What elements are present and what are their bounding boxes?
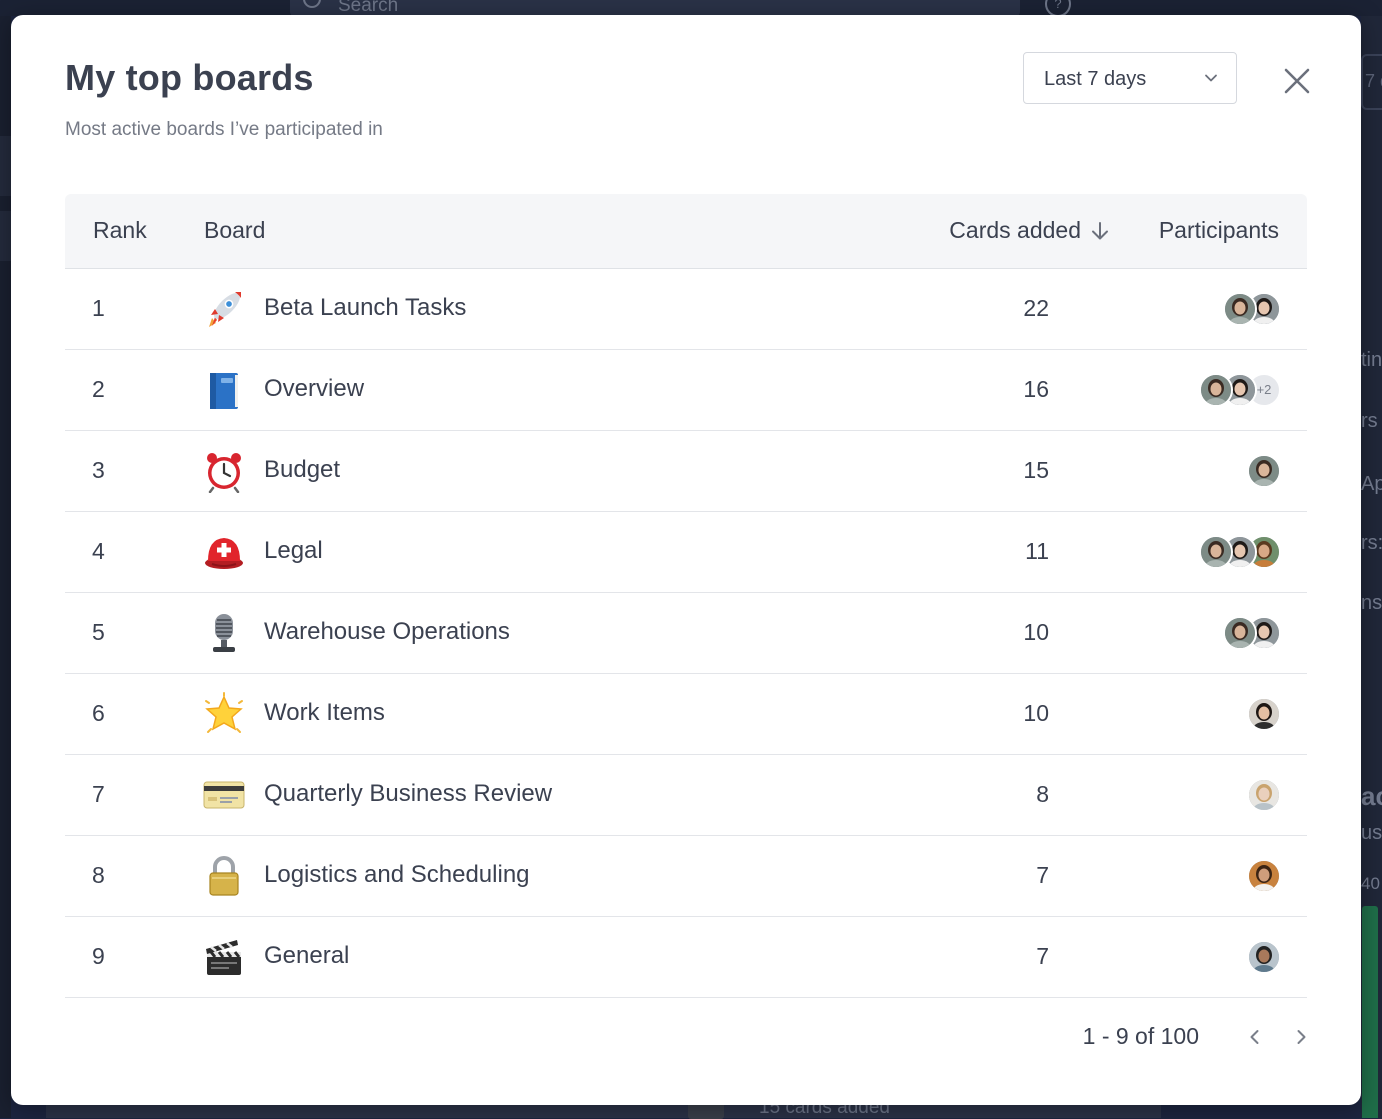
avatar[interactable] <box>1247 778 1281 812</box>
participants-avatars <box>1247 697 1281 731</box>
row-board-name[interactable]: Quarterly Business Review <box>264 780 552 808</box>
row-rank: 4 <box>92 538 105 564</box>
avatar[interactable] <box>1223 292 1257 326</box>
chevron-left-icon[interactable] <box>1243 1025 1267 1049</box>
top-boards-modal: My top boards Most active boards I’ve pa… <box>11 15 1361 1105</box>
row-rank: 7 <box>92 781 105 807</box>
microphone-icon <box>202 611 246 655</box>
row-cards-added: 22 <box>1023 295 1049 321</box>
table-row[interactable]: 1 Beta Launch Tasks 22 <box>65 269 1307 350</box>
table-row[interactable]: 4 Legal 11 <box>65 512 1307 593</box>
participants-avatars: +2 <box>1199 373 1281 407</box>
row-cards-added: 11 <box>1025 538 1049 564</box>
date-range-select[interactable]: Last 7 days <box>1023 52 1237 104</box>
row-cards-added: 10 <box>1023 700 1049 726</box>
participants-avatars <box>1223 616 1281 650</box>
glowing-star-icon <box>202 692 246 736</box>
pagination: 1 - 9 of 100 <box>1083 1023 1313 1050</box>
modal-subtitle: Most active boards I’ve participated in <box>65 119 383 140</box>
column-header-cards-added[interactable]: Cards added <box>949 217 1111 244</box>
alarm-clock-icon <box>202 449 246 494</box>
rocket-icon <box>202 287 246 331</box>
column-header-cards-label: Cards added <box>949 217 1081 243</box>
background-snippet: 40 <box>1361 874 1380 893</box>
table-row[interactable]: 7 Quarterly Business Review 8 <box>65 755 1307 836</box>
participants-avatars <box>1247 859 1281 893</box>
top-boards-table: Rank Board Cards added Participants 1 Bet… <box>65 194 1307 998</box>
table-row[interactable]: 3 Budget 15 <box>65 431 1307 512</box>
sort-arrow-down-icon <box>1092 221 1108 239</box>
row-rank: 2 <box>92 376 105 402</box>
row-rank: 8 <box>92 862 105 888</box>
table-row[interactable]: 6 Work Items 10 <box>65 674 1307 755</box>
avatar[interactable] <box>1223 616 1257 650</box>
row-cards-added: 7 <box>1036 943 1049 969</box>
row-cards-added: 7 <box>1036 862 1049 888</box>
participants-avatars <box>1199 535 1281 569</box>
clapper-board-icon <box>202 935 246 979</box>
row-cards-added: 15 <box>1023 457 1049 483</box>
background-right-panel: 7 d tin rs App rs: ns ac us 40 <box>1361 16 1382 1118</box>
credit-card-icon <box>202 773 246 817</box>
background-snippet: rs: <box>1361 532 1382 554</box>
avatar[interactable] <box>1247 697 1281 731</box>
blue-book-icon <box>202 368 246 412</box>
row-board-name[interactable]: General <box>264 942 349 970</box>
table-header: Rank Board Cards added Participants <box>65 194 1307 269</box>
row-rank: 9 <box>92 943 105 969</box>
row-board-name[interactable]: Logistics and Scheduling <box>264 861 530 889</box>
rescue-helmet-icon <box>202 530 246 574</box>
row-board-name[interactable]: Beta Launch Tasks <box>264 294 466 322</box>
row-rank: 6 <box>92 700 105 726</box>
avatar[interactable] <box>1247 940 1281 974</box>
background-range-pill: 7 d <box>1361 54 1382 110</box>
date-range-value: Last 7 days <box>1044 68 1147 90</box>
background-progress-bar <box>1362 906 1378 1118</box>
padlock-icon <box>202 854 246 898</box>
row-rank: 5 <box>92 619 105 645</box>
chevron-down-icon <box>1205 74 1217 82</box>
participants-avatars <box>1223 292 1281 326</box>
chevron-right-icon[interactable] <box>1289 1025 1313 1049</box>
table-row[interactable]: 9 General 7 <box>65 917 1307 998</box>
pagination-range: 1 - 9 of 100 <box>1082 1023 1199 1049</box>
background-snippet: ac <box>1361 781 1382 811</box>
background-bottom-strip: 15 cards added <box>46 1097 1161 1119</box>
row-cards-added: 16 <box>1023 376 1049 402</box>
column-header-board: Board <box>204 217 266 243</box>
table-row[interactable]: 5 Warehouse Operations 10 <box>65 593 1307 674</box>
participants-avatars <box>1247 940 1281 974</box>
background-snippet: ns <box>1361 592 1382 614</box>
background-snippet: tin <box>1361 349 1382 371</box>
table-row[interactable]: 8 Logistics and Scheduling 7 <box>65 836 1307 917</box>
row-cards-added: 8 <box>1036 781 1049 807</box>
row-board-name[interactable]: Legal <box>264 537 323 565</box>
background-snippet: rs <box>1361 410 1378 432</box>
avatar[interactable] <box>1199 535 1233 569</box>
avatar[interactable] <box>1247 454 1281 488</box>
modal-title: My top boards <box>65 57 314 98</box>
row-board-name[interactable]: Work Items <box>264 699 385 727</box>
column-header-participants: Participants <box>1158 217 1279 243</box>
background-snippet: App <box>1361 473 1382 495</box>
row-cards-added: 10 <box>1023 619 1049 645</box>
avatar[interactable] <box>1199 373 1233 407</box>
column-header-rank: Rank <box>93 217 147 243</box>
row-rank: 1 <box>92 295 105 321</box>
table-row[interactable]: 2 Overview 16 +2 <box>65 350 1307 431</box>
background-search-bar <box>290 0 1020 16</box>
row-rank: 3 <box>92 457 105 483</box>
participants-avatars <box>1247 778 1281 812</box>
participants-avatars <box>1247 454 1281 488</box>
close-icon[interactable] <box>1281 65 1313 97</box>
avatar[interactable] <box>1247 859 1281 893</box>
row-board-name[interactable]: Budget <box>264 456 340 484</box>
background-snippet: us <box>1361 822 1382 844</box>
row-board-name[interactable]: Overview <box>264 375 364 403</box>
row-board-name[interactable]: Warehouse Operations <box>264 618 510 646</box>
background-left-rail <box>0 16 11 1118</box>
